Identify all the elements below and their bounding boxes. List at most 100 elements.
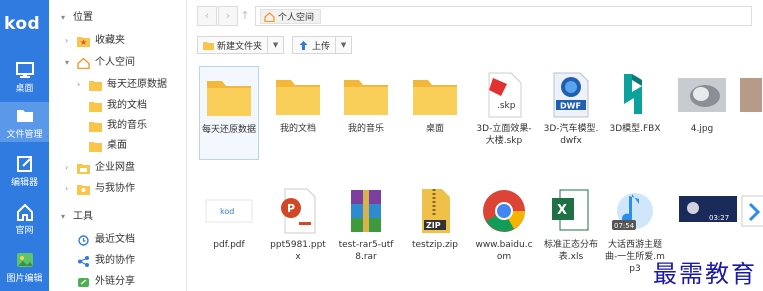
chevron-down-icon[interactable]: ▾ (65, 54, 74, 72)
rail-label: 桌面 (15, 84, 34, 94)
up-arrow-icon[interactable]: ↑ (236, 7, 254, 27)
tree-label: 个人空间 (95, 57, 135, 68)
chevron-right-icon[interactable]: › (65, 32, 74, 50)
file-item[interactable]: kod pdf.pdf (199, 182, 259, 251)
home-icon (264, 11, 275, 22)
file-item[interactable]: ZIP testzip.zip (405, 182, 465, 251)
file-name: pdf.pdf (213, 240, 245, 250)
jpg-file-icon (677, 70, 727, 120)
app-window: kod 桌面 文件管理 编辑器 官网 图片编辑 ▾ 位置 › 收藏夹 ▾ 个人空… (0, 0, 763, 291)
file-item[interactable]: 桌面 (405, 66, 465, 135)
file-item[interactable]: X 标准正态分布表.xls (541, 182, 601, 263)
tree-item-my-docs[interactable]: 我的文档 (89, 97, 147, 115)
file-item[interactable]: DWF 3D-汽车模型.dwfx (541, 66, 601, 147)
new-folder-label: 新建文件夹 (217, 41, 263, 52)
rail-item-website[interactable]: 官网 (0, 198, 49, 238)
file-item[interactable]: 我的文档 (268, 66, 328, 135)
tree-item-enterprise[interactable]: › 企业网盘 (65, 159, 135, 177)
svg-text:P: P (287, 202, 295, 215)
file-name: 我的文档 (279, 124, 316, 134)
breadcrumb-label: 个人空间 (278, 13, 315, 23)
breadcrumb: ↑ 个人空间 (240, 6, 752, 26)
chevron-right-icon[interactable]: › (65, 180, 74, 198)
file-name: 标准正态分布表.xls (543, 240, 598, 262)
tree-section-tools[interactable]: ▾ 工具 (61, 208, 93, 226)
rail-item-files[interactable]: 文件管理 (0, 102, 49, 142)
rail-label: 编辑器 (10, 178, 38, 188)
upload-button[interactable]: 上传 (292, 36, 337, 54)
svg-text:X: X (557, 203, 567, 218)
tree-item-link-share[interactable]: 外链分享 (77, 273, 135, 291)
breadcrumb-item[interactable]: 个人空间 (260, 9, 322, 24)
tree-item-desktop[interactable]: 桌面 (89, 137, 127, 155)
file-item[interactable] (735, 66, 763, 123)
tree-item-shared[interactable]: › 与我协作 (65, 180, 135, 198)
badge: .skp (497, 101, 516, 111)
folder-icon (77, 163, 90, 174)
file-item[interactable]: 我的音乐 (336, 66, 396, 135)
back-button[interactable]: ‹ (197, 6, 217, 26)
chevron-down-icon[interactable]: ▼ (268, 36, 285, 54)
file-item[interactable]: 03:27 (672, 182, 737, 239)
zip-file-icon: ZIP (410, 186, 460, 236)
tree-label: 最近文档 (95, 234, 135, 245)
tree-item-favorites[interactable]: › 收藏夹 (65, 32, 125, 50)
file-name: 3D模型.FBX (609, 124, 661, 134)
file-item[interactable]: 3D模型.FBX (605, 66, 665, 135)
dwfx-file-icon: DWF (546, 70, 596, 120)
shared-folder-icon (77, 184, 90, 195)
file-name: test-rar5-utf8.rar (338, 240, 394, 262)
tree-item-personal[interactable]: ▾ 个人空间 (65, 54, 135, 72)
folder-tree: ▾ 位置 › 收藏夹 ▾ 个人空间 › 每天还原数据 我的文档 我的音乐 桌面 … (49, 0, 187, 291)
file-item[interactable]: test-rar5-utf8.rar (336, 182, 396, 263)
folder-icon (203, 41, 214, 50)
file-name: 3D-立面效果-大楼.skp (476, 124, 532, 146)
file-name: testzip.zip (411, 240, 459, 250)
new-folder-button[interactable]: 新建文件夹 (197, 36, 269, 54)
tree-label: 收藏夹 (95, 35, 125, 46)
tree-section-location[interactable]: ▾ 位置 (61, 9, 93, 27)
pptx-file-icon: P (273, 186, 323, 236)
tree-label: 我的音乐 (107, 120, 147, 131)
file-item[interactable]: .skp 3D-立面效果-大楼.skp (474, 66, 534, 147)
file-item[interactable]: Pppt5981.pptx (268, 182, 328, 263)
clock-icon (78, 234, 89, 246)
folder-icon (273, 70, 323, 120)
app-logo: kod (4, 14, 41, 34)
folder-icon (89, 101, 102, 112)
chevron-down-icon[interactable]: ▾ (61, 9, 70, 27)
tree-item-my-music[interactable]: 我的音乐 (89, 117, 147, 135)
file-browser: ‹ › ↑ 个人空间 新建文件夹 ▼ 上传 ▼ 每天还原数据 我的文档 我的音乐 (187, 0, 763, 291)
rail-label: 官网 (15, 226, 34, 236)
chevron-down-icon[interactable]: ▼ (336, 36, 353, 54)
tree-label: 工具 (73, 211, 93, 222)
file-item[interactable]: www.baidu.com (474, 182, 534, 263)
watermark-text: 最需教育 (653, 260, 757, 288)
chrome-file-icon (479, 186, 529, 236)
folder-icon (16, 110, 33, 122)
forward-button[interactable]: › (218, 6, 238, 26)
rail-item-image-editor[interactable]: 图片编辑 (0, 246, 49, 286)
tree-label: 外链分享 (95, 276, 135, 287)
folder-icon (410, 70, 460, 120)
tree-item-recent[interactable]: 最近文档 (77, 231, 135, 249)
mp3-file-icon: 07:54 (610, 186, 660, 236)
file-name: www.baidu.com (475, 240, 533, 262)
rail-item-editor[interactable]: 编辑器 (0, 150, 49, 190)
file-item[interactable]: 4.jpg (672, 66, 732, 135)
file-item[interactable] (735, 182, 763, 239)
chevron-right-icon[interactable]: › (65, 159, 74, 177)
pdf-file-icon: kod (204, 186, 254, 236)
rail-item-desktop[interactable]: 桌面 (0, 56, 49, 96)
tree-label: 我的文档 (107, 100, 147, 111)
folder-icon (89, 80, 102, 91)
xls-file-icon: X (546, 186, 596, 236)
tree-item-collab[interactable]: 我的协作 (77, 252, 135, 270)
tree-item-daily-restore[interactable]: › 每天还原数据 (77, 76, 167, 94)
file-item[interactable]: 每天还原数据 (199, 66, 259, 160)
folder-icon (89, 121, 102, 132)
chevron-down-icon[interactable]: ▾ (61, 208, 70, 226)
file-name: ppt5981.pptx (270, 240, 326, 262)
file-name: 3D-汽车模型.dwfx (543, 124, 599, 146)
chevron-right-icon[interactable]: › (77, 76, 86, 94)
